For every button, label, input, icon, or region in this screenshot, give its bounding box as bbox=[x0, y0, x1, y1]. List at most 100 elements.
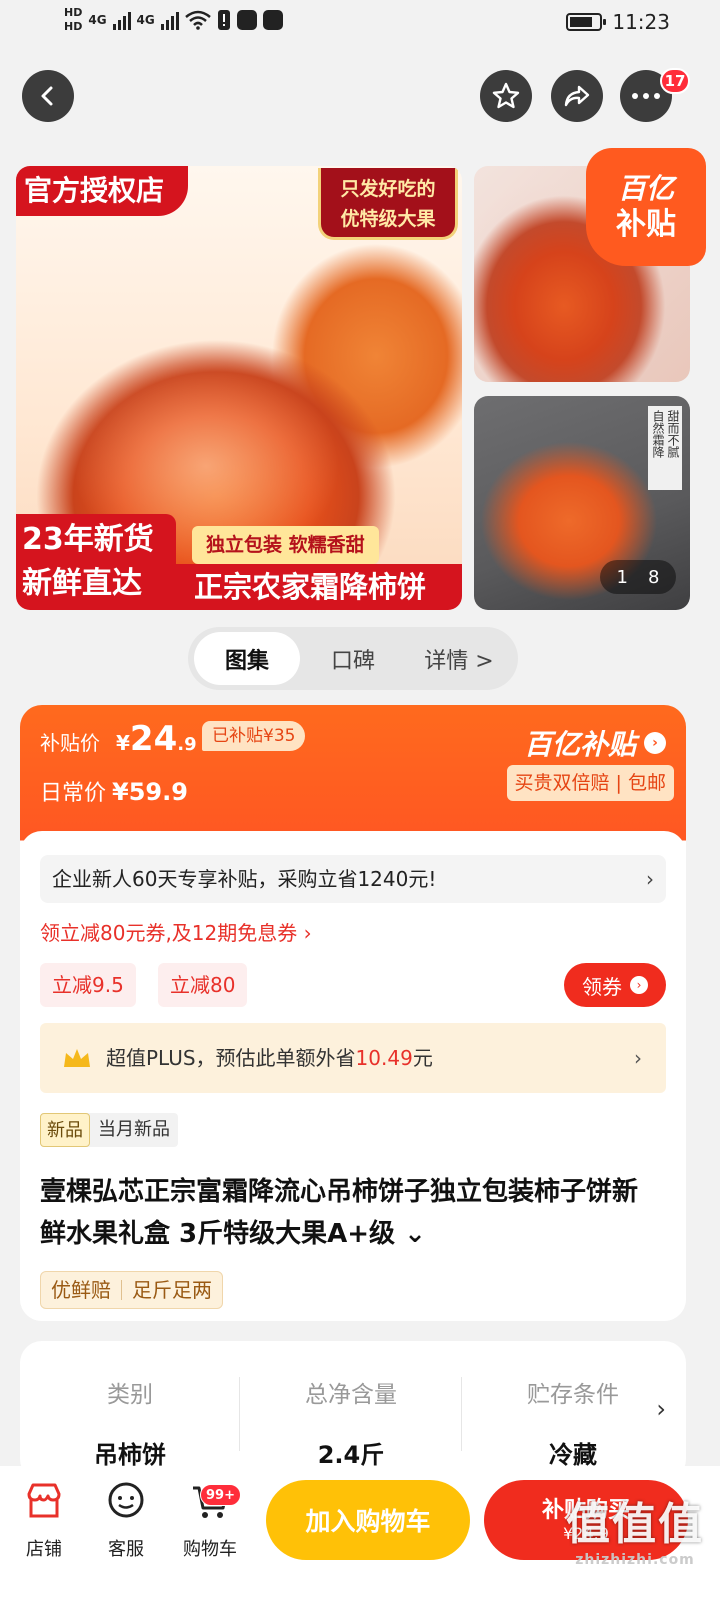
add-to-cart-button[interactable]: 加入购物车 bbox=[266, 1480, 470, 1560]
spec-label: 贮存条件 bbox=[527, 1382, 619, 1408]
chat-icon bbox=[108, 1482, 144, 1518]
plus-amount: 10.49 bbox=[355, 1046, 413, 1070]
hd-icons: HD HD bbox=[64, 6, 82, 34]
app-icon bbox=[262, 10, 283, 30]
daily-price-value: ¥59.9 bbox=[112, 778, 188, 806]
subsidy-badge-line2: 补贴 bbox=[616, 207, 676, 242]
customer-service-button[interactable]: 客服 bbox=[86, 1480, 166, 1561]
assurance-weight: 足斤足两 bbox=[132, 1278, 212, 1302]
crown-icon bbox=[64, 1049, 90, 1067]
chevron-right-icon: › bbox=[646, 867, 654, 891]
price-guarantee-tag: 买贵双倍赔 | 包邮 bbox=[506, 765, 674, 801]
price-header: 补贴价 ¥24.9 已补贴¥35 日常价 ¥59.9 百亿补贴 › 买贵双倍赔 | … bbox=[20, 705, 686, 833]
image-counter: 1 8 bbox=[600, 560, 676, 594]
store-button[interactable]: 店铺 bbox=[4, 1480, 84, 1561]
notification-badge: 17 bbox=[660, 68, 690, 94]
chevron-right-icon: › bbox=[656, 1395, 666, 1423]
enterprise-promo-bar[interactable]: 企业新人60天专享补贴，采购立省1240元! › bbox=[40, 855, 666, 903]
cart-label: 购物车 bbox=[183, 1539, 237, 1560]
new-harvest-tag: 23年新货 新鲜直达 bbox=[16, 514, 176, 610]
product-title[interactable]: 壹棵弘芯正宗富霜降流心吊柿饼子独立包装柿子饼新鲜水果礼盒 3斤特级大果A+级 ⌄ bbox=[40, 1171, 660, 1255]
network1-label: 4G bbox=[88, 13, 107, 27]
plus-text: 超值PLUS，预估此单额外省 bbox=[106, 1046, 356, 1070]
app-icon bbox=[236, 10, 257, 30]
assurance-fresh: 优鲜赔 bbox=[51, 1278, 111, 1302]
back-button[interactable] bbox=[22, 70, 74, 122]
discount-chip: 立减80 bbox=[158, 963, 248, 1007]
battery-icon bbox=[566, 13, 607, 31]
cart-count-badge: 99+ bbox=[200, 1484, 241, 1506]
subsidy-badge-line1: 百亿 bbox=[617, 172, 674, 205]
tab-details[interactable]: 详情 > bbox=[406, 632, 512, 685]
official-store-tag: 官方授权店 bbox=[16, 166, 189, 216]
subsidized-amount-tag: 已补贴¥35 bbox=[202, 721, 306, 751]
back-icon bbox=[41, 86, 53, 106]
network2-label: 4G bbox=[136, 13, 155, 27]
share-icon bbox=[564, 85, 590, 107]
spec-net-weight: 总净含量 2.4斤 bbox=[241, 1341, 461, 1481]
spec-label: 类别 bbox=[107, 1382, 153, 1408]
specs-card[interactable]: 类别 吊柿饼 总净含量 2.4斤 贮存条件 冷藏 › bbox=[20, 1341, 686, 1481]
vertical-label-col2: 甜而不腻 bbox=[666, 410, 680, 458]
new-product-value: 当月新品 bbox=[98, 1119, 170, 1140]
vertical-label-col1: 自然霜降 bbox=[651, 410, 665, 458]
alert-icon bbox=[217, 10, 230, 30]
chevron-right-icon: › bbox=[644, 732, 666, 754]
spec-category: 类别 吊柿饼 bbox=[20, 1341, 240, 1481]
watermark-url: zhizhizhi.com bbox=[575, 1552, 695, 1568]
counter-total: 8 bbox=[648, 566, 660, 588]
price-card: 补贴价 ¥24.9 已补贴¥35 日常价 ¥59.9 百亿补贴 › 买贵双倍赔 | … bbox=[20, 705, 686, 1321]
spec-label: 总净含量 bbox=[305, 1382, 397, 1408]
subsidy-price-decimal: .9 bbox=[177, 734, 197, 755]
best-fruit-line1: 只发好吃的 bbox=[340, 178, 436, 200]
gallery-tabs: 图集 口碑 详情 > bbox=[188, 627, 518, 690]
chevron-right-icon: › bbox=[634, 1046, 642, 1070]
new-harvest-line2: 新鲜直达 bbox=[22, 566, 142, 601]
service-assurance[interactable]: 优鲜赔 足斤足两 bbox=[40, 1271, 223, 1309]
store-icon bbox=[27, 1483, 61, 1518]
subsidy-price: ¥24.9 bbox=[116, 719, 197, 759]
status-bar: HD HD 4G 4G 11:23 bbox=[0, 0, 720, 50]
billion-subsidy-logo[interactable]: 百亿补贴 › bbox=[524, 723, 666, 763]
claim-coupon-button[interactable]: 领券 › bbox=[564, 963, 666, 1007]
main-product-image[interactable]: 官方授权店 只发好吃的 优特级大果 独立包装 软糯香甜 23年新货 新鲜直达 正… bbox=[16, 166, 462, 610]
status-right: 11:23 bbox=[566, 10, 670, 34]
star-icon bbox=[492, 82, 520, 109]
divider bbox=[461, 1377, 462, 1451]
thumbnail-vertical-label: 自然霜降 甜而不腻 bbox=[648, 406, 682, 490]
signal-icon bbox=[112, 10, 131, 30]
subsidy-price-integer: 24 bbox=[129, 719, 178, 759]
plus-savings-bar[interactable]: 超值PLUS，预估此单额外省10.49元 › bbox=[40, 1023, 666, 1093]
subsidy-badge: 百亿 补贴 bbox=[586, 148, 706, 266]
plus-unit: 元 bbox=[412, 1046, 433, 1070]
new-harvest-line1: 23年新货 bbox=[22, 522, 154, 557]
divider bbox=[239, 1377, 240, 1451]
spec-value: 冷藏 bbox=[549, 1441, 597, 1469]
tab-reviews[interactable]: 口碑 bbox=[300, 632, 406, 685]
discount-chip: 立减9.5 bbox=[40, 963, 136, 1007]
share-button[interactable] bbox=[551, 70, 603, 122]
daily-price-label: 日常价 bbox=[40, 781, 107, 806]
enterprise-promo-text: 企业新人60天专享补贴，采购立省1240元! bbox=[52, 867, 437, 891]
spec-storage: 贮存条件 冷藏 bbox=[463, 1341, 683, 1481]
chevron-right-icon: › bbox=[630, 976, 648, 994]
clock: 11:23 bbox=[612, 10, 670, 34]
offers-section: 企业新人60天专享补贴，采购立省1240元! › 领立减80元券,及12期免息券… bbox=[20, 831, 686, 1321]
features-tag: 独立包装 软糯香甜 bbox=[192, 526, 379, 564]
hd2-label: HD bbox=[64, 20, 83, 33]
wifi-icon bbox=[184, 10, 211, 30]
spec-value: 2.4斤 bbox=[317, 1441, 385, 1469]
new-product-tag: 新品 当月新品 bbox=[40, 1113, 178, 1147]
hd1-label: HD bbox=[64, 6, 83, 19]
favorite-button[interactable] bbox=[480, 70, 532, 122]
claim-coupon-label: 领券 bbox=[582, 974, 622, 999]
store-label: 店铺 bbox=[26, 1539, 62, 1560]
signal-icon bbox=[160, 10, 179, 30]
service-label: 客服 bbox=[108, 1539, 144, 1560]
more-icon bbox=[632, 93, 660, 99]
tab-gallery[interactable]: 图集 bbox=[194, 632, 300, 685]
best-fruit-tag: 只发好吃的 优特级大果 bbox=[318, 168, 458, 240]
coupon-link[interactable]: 领立减80元券,及12期免息券 › bbox=[40, 917, 312, 946]
watermark-logo: 值值值 bbox=[566, 1499, 704, 1550]
subsidy-logo-text: 百亿补贴 bbox=[523, 728, 636, 761]
